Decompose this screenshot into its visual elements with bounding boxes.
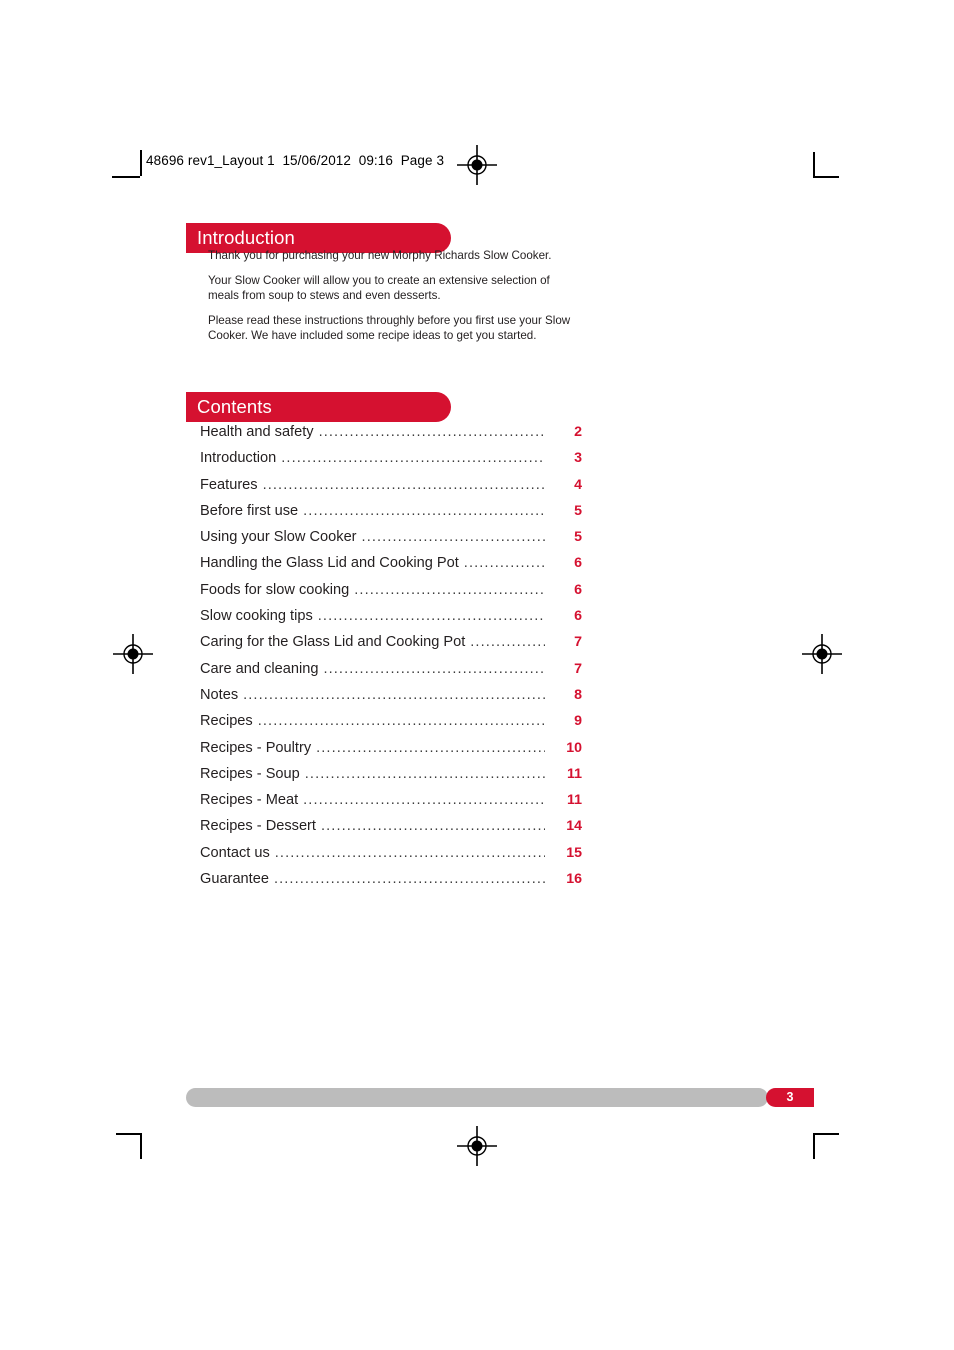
toc-dot-leader: ........................................… (317, 608, 545, 625)
toc-entry-label: Recipes - Dessert (200, 818, 316, 835)
contents-heading: Contents (197, 395, 272, 417)
toc-entry-page-number: 14 (566, 818, 582, 835)
toc-dot-leader: ........................................… (257, 713, 545, 730)
toc-entry-page-number: 6 (574, 581, 582, 598)
introduction-heading: Introduction (197, 226, 295, 248)
toc-entry-label: Introduction (200, 450, 277, 467)
toc-entry-label: Caring for the Glass Lid and Cooking Pot (200, 634, 466, 651)
toc-entry[interactable]: Recipes - Poultry.......................… (200, 740, 582, 766)
toc-entry-page-number: 11 (567, 765, 582, 782)
toc-entry[interactable]: Recipes - Soup..........................… (200, 766, 582, 792)
toc-entry-label: Recipes (200, 713, 253, 730)
toc-dot-leader: ........................................… (320, 818, 545, 835)
toc-entry-label: Recipes - Poultry (200, 739, 312, 756)
introduction-paragraph-3: Please read these instructions throughly… (208, 314, 571, 342)
page-number-badge: 3 (766, 1088, 814, 1107)
toc-entry[interactable]: Guarantee...............................… (200, 871, 582, 897)
toc-dot-leader: ........................................… (304, 765, 545, 782)
toc-entry-label: Features (200, 476, 258, 493)
toc-dot-leader: ........................................… (323, 660, 545, 677)
toc-entry[interactable]: Introduction............................… (200, 450, 582, 476)
toc-entry-page-number: 7 (574, 634, 582, 651)
toc-entry[interactable]: Notes...................................… (200, 687, 582, 713)
toc-entry[interactable]: Slow cooking tips.......................… (200, 608, 582, 634)
toc-entry-page-number: 16 (566, 871, 582, 888)
toc-entry[interactable]: Health and safety.......................… (200, 424, 582, 450)
toc-entry[interactable]: Recipes - Meat..........................… (200, 792, 582, 818)
toc-dot-leader: ........................................… (361, 529, 545, 546)
toc-entry-label: Slow cooking tips (200, 608, 313, 625)
toc-entry-label: Health and safety (200, 424, 314, 440)
toc-dot-leader: ........................................… (243, 686, 545, 703)
toc-entry-label: Contact us (200, 844, 270, 861)
toc-entry-label: Care and cleaning (200, 660, 319, 677)
toc-entry-page-number: 10 (566, 739, 582, 756)
toc-entry[interactable]: Before first use........................… (200, 503, 582, 529)
toc-entry[interactable]: Caring for the Glass Lid and Cooking Pot… (200, 634, 582, 660)
toc-dot-leader: ........................................… (273, 871, 545, 888)
toc-dot-leader: ........................................… (303, 792, 545, 809)
introduction-paragraph-1: Thank you for purchasing your new Morphy… (208, 249, 552, 262)
toc-entry-page-number: 4 (574, 476, 582, 493)
toc-entry-page-number: 11 (567, 792, 582, 809)
toc-dot-leader: ........................................… (262, 476, 545, 493)
toc-entry-page-number: 5 (574, 529, 582, 546)
toc-entry[interactable]: Care and cleaning.......................… (200, 661, 582, 687)
toc-entry-label: Foods for slow cooking (200, 581, 350, 598)
toc-entry-label: Before first use (200, 502, 299, 519)
toc-entry-label: Guarantee (200, 871, 269, 888)
toc-entry[interactable]: Recipes.................................… (200, 713, 582, 739)
toc-entry-label: Handling the Glass Lid and Cooking Pot (200, 555, 459, 572)
toc-dot-leader: ........................................… (316, 739, 545, 756)
page-number: 3 (786, 1090, 794, 1105)
toc-dot-leader: ........................................… (281, 450, 545, 467)
toc-entry-page-number: 15 (566, 844, 582, 861)
toc-entry-page-number: 2 (574, 424, 582, 440)
toc-entry[interactable]: Handling the Glass Lid and Cooking Pot..… (200, 555, 582, 581)
toc-entry[interactable]: Using your Slow Cooker..................… (200, 529, 582, 555)
contents-section-header: Contents (186, 392, 451, 422)
toc-entry-label: Notes (200, 686, 239, 703)
table-of-contents: Health and safety.......................… (200, 424, 582, 897)
toc-entry[interactable]: Foods for slow cooking..................… (200, 582, 582, 608)
manual-page: Introduction Thank you for purchasing yo… (0, 0, 954, 1350)
toc-entry-page-number: 8 (574, 686, 582, 703)
introduction-body: Thank you for purchasing your new Morphy… (208, 249, 580, 343)
toc-dot-leader: ........................................… (470, 634, 545, 651)
toc-entry-page-number: 9 (574, 713, 582, 730)
toc-entry-page-number: 3 (574, 450, 582, 467)
toc-dot-leader: ........................................… (354, 581, 545, 598)
toc-entry-page-number: 5 (574, 502, 582, 519)
toc-dot-leader: ........................................… (274, 844, 545, 861)
toc-entry[interactable]: Features................................… (200, 477, 582, 503)
toc-dot-leader: ........................................… (303, 502, 545, 519)
introduction-paragraph-2: Your Slow Cooker will allow you to creat… (208, 274, 550, 302)
toc-entry-label: Using your Slow Cooker (200, 529, 357, 546)
toc-entry[interactable]: Contact us..............................… (200, 845, 582, 871)
toc-entry-page-number: 7 (574, 660, 582, 677)
toc-entry[interactable]: Recipes - Dessert.......................… (200, 818, 582, 844)
toc-dot-leader: ........................................… (463, 555, 545, 572)
toc-entry-label: Recipes - Soup (200, 765, 300, 782)
toc-entry-page-number: 6 (574, 555, 582, 572)
toc-entry-label: Recipes - Meat (200, 792, 299, 809)
toc-dot-leader: ........................................… (318, 424, 545, 440)
footer-rule-bar (186, 1088, 768, 1107)
toc-entry-page-number: 6 (574, 608, 582, 625)
